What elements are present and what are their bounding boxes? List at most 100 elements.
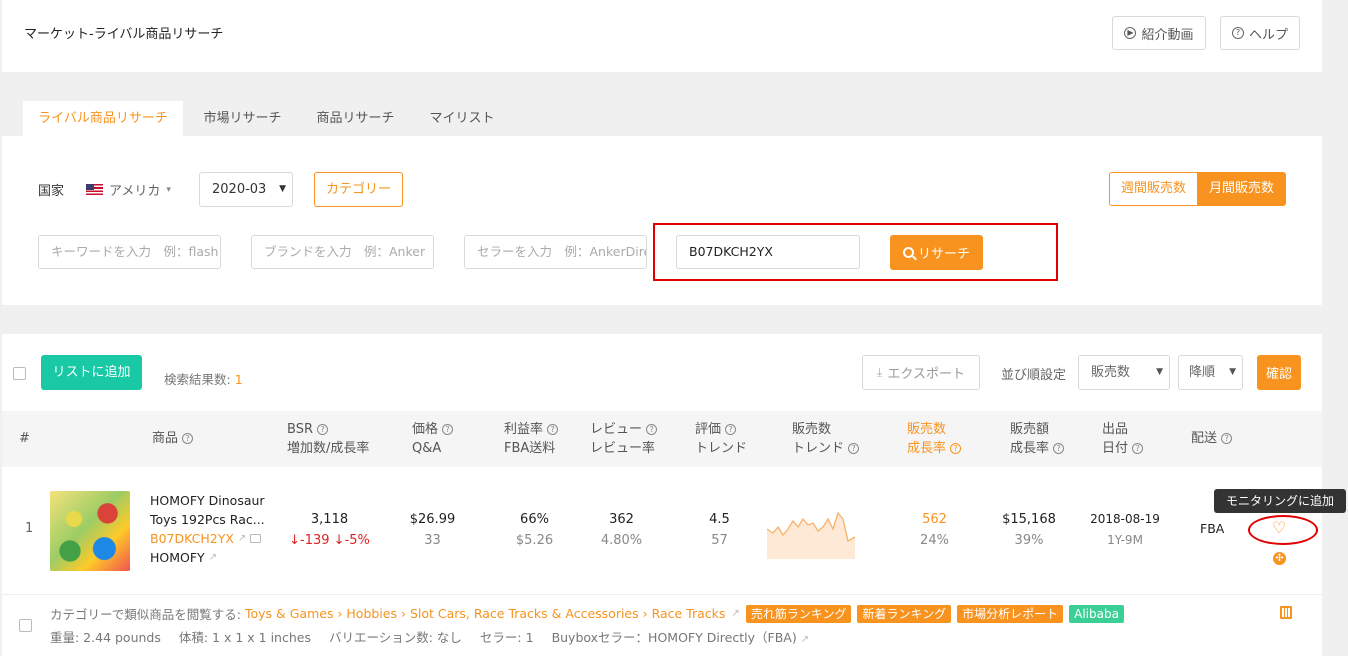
confirm-button[interactable]: 確認 bbox=[1257, 355, 1301, 390]
play-icon: ▶ bbox=[1124, 27, 1137, 39]
monthly-sales-toggle[interactable]: 月間販売数 bbox=[1197, 172, 1286, 206]
col-price: 価格 ? Q&A bbox=[412, 420, 454, 458]
revenue-growth: 39% bbox=[1014, 533, 1044, 548]
help-icon: ? bbox=[725, 424, 737, 435]
shipping-value: FBA bbox=[1200, 521, 1225, 536]
search-button[interactable]: リサーチ bbox=[890, 235, 983, 270]
help-icon: ? bbox=[1231, 27, 1244, 39]
category-button[interactable]: カテゴリー bbox=[314, 172, 403, 207]
col-sales-trend: 販売数 トレンド ? bbox=[792, 420, 860, 458]
col-listed: 出品 日付 ? bbox=[1102, 420, 1144, 458]
bsr-cell: 3,118 ↓-139 ↓-5% bbox=[287, 509, 372, 551]
export-button[interactable]: ⤓ エクスポート bbox=[862, 355, 980, 390]
margin-value: 66% bbox=[520, 512, 549, 527]
export-label: エクスポート bbox=[887, 367, 965, 382]
external-link-icon[interactable]: ↗ bbox=[238, 529, 246, 548]
country-select[interactable]: アメリカ ▾ bbox=[86, 180, 171, 199]
asin-input[interactable]: B07DKCH2YX bbox=[676, 235, 860, 269]
qa-value: 33 bbox=[424, 533, 441, 548]
sellers-value: セラー: 1 bbox=[479, 630, 534, 645]
calculator-icon[interactable] bbox=[1280, 606, 1292, 619]
monitoring-tooltip: モニタリングに追加 bbox=[1214, 489, 1346, 513]
heart-icon[interactable]: ♡ bbox=[1272, 519, 1286, 537]
listed-age: 1Y-9M bbox=[1107, 533, 1143, 547]
product-info: HOMOFY Dinosaur Toys 192Pcs Rac... B07DK… bbox=[150, 491, 280, 567]
market-report-tag[interactable]: 市場分析レポート bbox=[957, 604, 1064, 623]
chat-icon[interactable] bbox=[250, 534, 262, 543]
sales-cell: 562 24% bbox=[907, 509, 962, 551]
search-icon bbox=[902, 247, 917, 261]
table-header: # 商品 ? BSR ? 増加数/成長率 価格 ? Q&A 利益率 ? FBA送料 レ… bbox=[2, 411, 1322, 467]
bsr-rate: -5% bbox=[344, 533, 370, 548]
external-link-icon[interactable]: ↗ bbox=[731, 608, 739, 619]
page-title: マーケット-ライバル商品リサーチ bbox=[24, 27, 224, 42]
rating-cell: 4.5 57 bbox=[697, 509, 742, 551]
country-label: 国家 bbox=[38, 184, 65, 199]
bestseller-ranking-tag[interactable]: 売れ筋ランキング bbox=[745, 604, 852, 623]
tab-rival-research[interactable]: ライバル商品リサーチ bbox=[23, 101, 183, 136]
alibaba-tag[interactable]: Alibaba bbox=[1069, 604, 1124, 623]
sort-order-select[interactable]: 降順 ▼ bbox=[1178, 355, 1243, 390]
search-button-label: リサーチ bbox=[917, 247, 970, 262]
listed-cell: 2018-08-19 1Y-9M bbox=[1084, 509, 1166, 551]
result-count: 検索結果数: 1 bbox=[164, 369, 243, 388]
result-count-value: 1 bbox=[234, 372, 243, 387]
volume-value: 体積: 1 x 1 x 1 inches bbox=[178, 630, 311, 645]
results-panel: リストに追加 検索結果数: 1 ⤓ エクスポート 並び順設定 販売数 ▼ 降順 … bbox=[2, 334, 1346, 656]
brand-input[interactable]: ブランドを入力 例：Anker bbox=[251, 235, 434, 269]
review-rate: 4.80% bbox=[600, 533, 643, 548]
category-path-link[interactable]: Toys & Games › Hobbies › Slot Cars, Race… bbox=[245, 606, 725, 621]
product-title-line2[interactable]: Toys 192Pcs Rac... bbox=[150, 510, 280, 529]
row-checkbox[interactable] bbox=[19, 619, 32, 632]
filter-panel: 国家 アメリカ ▾ 2020-03 ▼ カテゴリー 週間販売数 月間販売数 キー… bbox=[2, 136, 1322, 305]
rating-trend-value: 57 bbox=[711, 533, 728, 548]
intro-video-button[interactable]: ▶ 紹介動画 bbox=[1112, 16, 1206, 50]
bsr-change: -139 bbox=[300, 533, 330, 548]
external-link-icon[interactable]: ↗ bbox=[209, 548, 217, 567]
supplier-icon[interactable]: ✣ bbox=[1273, 552, 1286, 565]
help-icon: ? bbox=[182, 433, 194, 444]
details-row: カテゴリーで類似商品を閲覧する: Toys & Games › Hobbies … bbox=[2, 594, 1322, 656]
help-icon: ? bbox=[1053, 443, 1065, 454]
sort-field-value: 販売数 bbox=[1091, 365, 1131, 380]
intro-video-label: 紹介動画 bbox=[1141, 27, 1194, 43]
help-icon: ? bbox=[547, 424, 559, 435]
help-icon: ? bbox=[646, 424, 658, 435]
caret-down-icon: ▼ bbox=[1229, 367, 1236, 377]
category-prefix: カテゴリーで類似商品を閲覧する: bbox=[50, 607, 241, 622]
external-link-icon[interactable]: ↗ bbox=[801, 634, 809, 645]
help-icon: ? bbox=[848, 443, 860, 454]
sales-trend-sparkline[interactable] bbox=[765, 507, 857, 559]
sales-growth: 24% bbox=[920, 533, 949, 548]
product-asin-link[interactable]: B07DKCH2YX bbox=[150, 529, 234, 548]
add-to-list-button[interactable]: リストに追加 bbox=[41, 355, 142, 390]
select-all-checkbox[interactable] bbox=[13, 367, 26, 380]
col-sales[interactable]: 販売数 成長率 ? bbox=[907, 420, 962, 458]
sales-value: 562 bbox=[922, 512, 947, 527]
product-brand[interactable]: HOMOFY bbox=[150, 548, 205, 567]
col-margin: 利益率 ? FBA送料 bbox=[504, 420, 559, 458]
variations-value: バリエーション数: なし bbox=[328, 630, 462, 645]
weight-value: 重量: 2.44 pounds bbox=[50, 630, 161, 645]
help-icon: ? bbox=[1221, 433, 1233, 444]
sort-label: 並び順設定 bbox=[1001, 368, 1067, 383]
rating-value: 4.5 bbox=[709, 512, 730, 527]
bsr-value: 3,118 bbox=[310, 512, 349, 527]
tab-my-list[interactable]: マイリスト bbox=[416, 101, 508, 136]
tab-market-research[interactable]: 市場リサーチ bbox=[190, 101, 295, 136]
country-value: アメリカ bbox=[109, 184, 161, 199]
help-icon: ? bbox=[442, 424, 454, 435]
new-ranking-tag[interactable]: 新着ランキング bbox=[857, 604, 952, 623]
arrow-down-icon: ↓ bbox=[333, 533, 345, 548]
keyword-input[interactable]: キーワードを入力 例：flash bbox=[38, 235, 221, 269]
help-button[interactable]: ? ヘルプ bbox=[1220, 16, 1300, 50]
col-shipping: 配送 ? bbox=[1191, 429, 1233, 448]
month-select[interactable]: 2020-03 ▼ bbox=[199, 172, 293, 207]
tab-product-research[interactable]: 商品リサーチ bbox=[303, 101, 408, 136]
help-icon: ? bbox=[1132, 443, 1144, 454]
product-title-line1[interactable]: HOMOFY Dinosaur bbox=[150, 491, 280, 510]
seller-input[interactable]: セラーを入力 例：AnkerDirect bbox=[464, 235, 647, 269]
sort-field-select[interactable]: 販売数 ▼ bbox=[1078, 355, 1170, 390]
product-image[interactable] bbox=[50, 491, 130, 571]
weekly-sales-toggle[interactable]: 週間販売数 bbox=[1109, 172, 1198, 206]
